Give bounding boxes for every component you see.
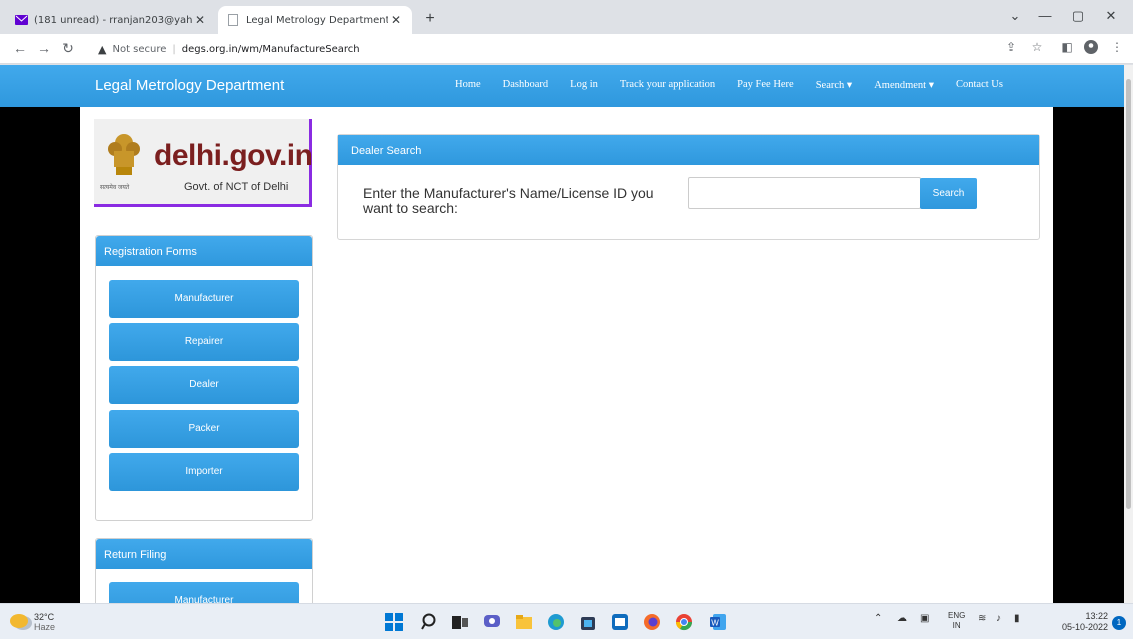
site-navbar: Legal Metrology Department Home Dashboar… <box>0 65 1124 107</box>
delhi-gov-logo[interactable]: delhi.gov.in सत्यमेव जयते Govt. of NCT o… <box>94 119 313 207</box>
language-code: ENG <box>948 611 966 620</box>
registration-forms-panel: Registration Forms Manufacturer Repairer… <box>95 235 313 521</box>
share-icon[interactable]: ⇪ <box>1002 40 1020 54</box>
new-tab-button[interactable]: + <box>420 10 440 28</box>
chevron-down-icon[interactable]: ⌄ <box>1000 8 1030 24</box>
nav-track[interactable]: Track your application <box>620 79 715 91</box>
page-icon <box>226 14 240 26</box>
meet-now-icon[interactable]: ▣ <box>920 613 929 624</box>
divider: | <box>172 43 176 55</box>
language-indicator[interactable]: ENG IN <box>948 611 965 631</box>
search-input[interactable] <box>688 177 921 209</box>
weather-icon[interactable] <box>10 614 28 628</box>
web-page: Legal Metrology Department Home Dashboar… <box>0 65 1124 603</box>
nav-links: Home Dashboard Log in Track your applica… <box>455 79 1025 91</box>
url-field[interactable]: ▲ Not secure | degs.org.in/wm/Manufactur… <box>98 38 998 60</box>
search-prompt: Enter the Manufacturer's Name/License ID… <box>363 185 654 216</box>
store-icon[interactable] <box>578 612 598 632</box>
extensions-icon[interactable]: ◧ <box>1058 40 1076 54</box>
word-icon[interactable]: W <box>708 612 728 632</box>
tab-legal-metrology[interactable]: Legal Metrology Department ✕ <box>218 6 412 34</box>
star-icon[interactable]: ☆ <box>1028 40 1046 54</box>
search-button[interactable]: Search <box>920 178 977 209</box>
nav-dashboard[interactable]: Dashboard <box>503 79 549 91</box>
notification-badge[interactable]: 1 <box>1112 616 1126 630</box>
file-explorer-icon[interactable] <box>514 612 534 632</box>
profile-icon[interactable] <box>1082 40 1100 57</box>
close-window-button[interactable]: ✕ <box>1096 8 1126 24</box>
nav-login[interactable]: Log in <box>570 79 598 91</box>
tab-yahoo-mail[interactable]: (181 unread) - rranjan203@yahc ✕ <box>6 6 216 34</box>
clock-time: 13:22 <box>1085 611 1108 621</box>
windows-taskbar: 32°C Haze W ⌃ ☁ ▣ ENG IN ≋ ♪ ▮ 13:22 05-… <box>0 603 1133 639</box>
scrollbar-thumb[interactable] <box>1126 79 1131 509</box>
logo-tagline: Govt. of NCT of Delhi <box>184 181 289 193</box>
nav-amendment-dropdown[interactable]: Amendment ▾ <box>874 79 934 91</box>
menu-icon[interactable]: ⋮ <box>1108 40 1126 54</box>
nav-contact[interactable]: Contact Us <box>956 79 1003 91</box>
chrome-icon[interactable] <box>674 612 694 632</box>
volume-icon[interactable]: ♪ <box>996 613 1001 624</box>
wifi-icon[interactable]: ≋ <box>978 613 986 624</box>
nav-search-dropdown[interactable]: Search ▾ <box>816 79 852 91</box>
warning-icon[interactable]: ▲ <box>98 43 106 56</box>
browser-tab-bar: (181 unread) - rranjan203@yahc ✕ Legal M… <box>0 0 1133 34</box>
firefox-icon[interactable] <box>642 612 662 632</box>
chevron-up-icon[interactable]: ⌃ <box>874 613 882 624</box>
security-label: Not secure <box>112 43 167 55</box>
packer-button[interactable]: Packer <box>109 410 299 448</box>
importer-button[interactable]: Importer <box>109 453 299 491</box>
outlook-icon[interactable] <box>610 612 630 632</box>
repairer-button[interactable]: Repairer <box>109 323 299 361</box>
emblem-icon <box>108 134 140 175</box>
site-brand[interactable]: Legal Metrology Department <box>95 77 284 94</box>
back-button[interactable]: ← <box>10 40 30 56</box>
chat-icon[interactable] <box>482 612 502 632</box>
mail-icon <box>14 14 28 26</box>
region-code: IN <box>952 621 961 630</box>
search-icon[interactable] <box>420 612 440 632</box>
clock[interactable]: 13:22 05-10-2022 <box>1050 611 1108 633</box>
weather-desc: Haze <box>34 622 56 632</box>
panel-title: Registration Forms <box>96 236 312 266</box>
cloud-icon[interactable]: ☁ <box>897 613 907 624</box>
nav-pay-fee[interactable]: Pay Fee Here <box>737 79 794 91</box>
url-text: degs.org.in/wm/ManufactureSearch <box>181 43 360 55</box>
panel-title: Return Filing <box>96 539 312 569</box>
page-scrollbar[interactable] <box>1124 65 1133 603</box>
tab-title: Legal Metrology Department <box>246 14 388 26</box>
battery-icon[interactable]: ▮ <box>1014 613 1020 624</box>
main-container: delhi.gov.in सत्यमेव जयते Govt. of NCT o… <box>80 107 1053 603</box>
manufacturer-button[interactable]: Manufacturer <box>109 280 299 318</box>
tab-title: (181 unread) - rranjan203@yahc <box>34 14 192 26</box>
address-bar: ← → ↻ ▲ Not secure | degs.org.in/wm/Manu… <box>0 34 1133 64</box>
svg-text:W: W <box>711 619 719 628</box>
dealer-button[interactable]: Dealer <box>109 366 299 404</box>
weather-temp: 32°C <box>34 612 55 622</box>
nav-home[interactable]: Home <box>455 79 481 91</box>
minimize-button[interactable]: — <box>1030 8 1060 23</box>
logo-motto: सत्यमेव जयते <box>100 185 130 191</box>
forward-button[interactable]: → <box>34 40 54 56</box>
edge-icon[interactable] <box>546 612 566 632</box>
reload-button[interactable]: ↻ <box>58 40 78 57</box>
weather-widget[interactable]: 32°C Haze <box>34 612 55 632</box>
return-filing-panel: Return Filing Manufacturer <box>95 538 313 603</box>
dealer-search-card: Dealer Search Enter the Manufacturer's N… <box>337 134 1040 240</box>
maximize-button[interactable]: ▢ <box>1063 8 1093 24</box>
logo-site-name: delhi.gov.in <box>154 139 313 172</box>
close-tab-icon[interactable]: ✕ <box>192 13 208 27</box>
clock-date: 05-10-2022 <box>1061 622 1108 632</box>
return-manufacturer-button[interactable]: Manufacturer <box>109 582 299 603</box>
task-view-icon[interactable] <box>450 612 470 632</box>
windows-start-icon[interactable] <box>384 612 404 632</box>
close-tab-icon[interactable]: ✕ <box>388 13 404 27</box>
card-title: Dealer Search <box>338 135 1039 165</box>
